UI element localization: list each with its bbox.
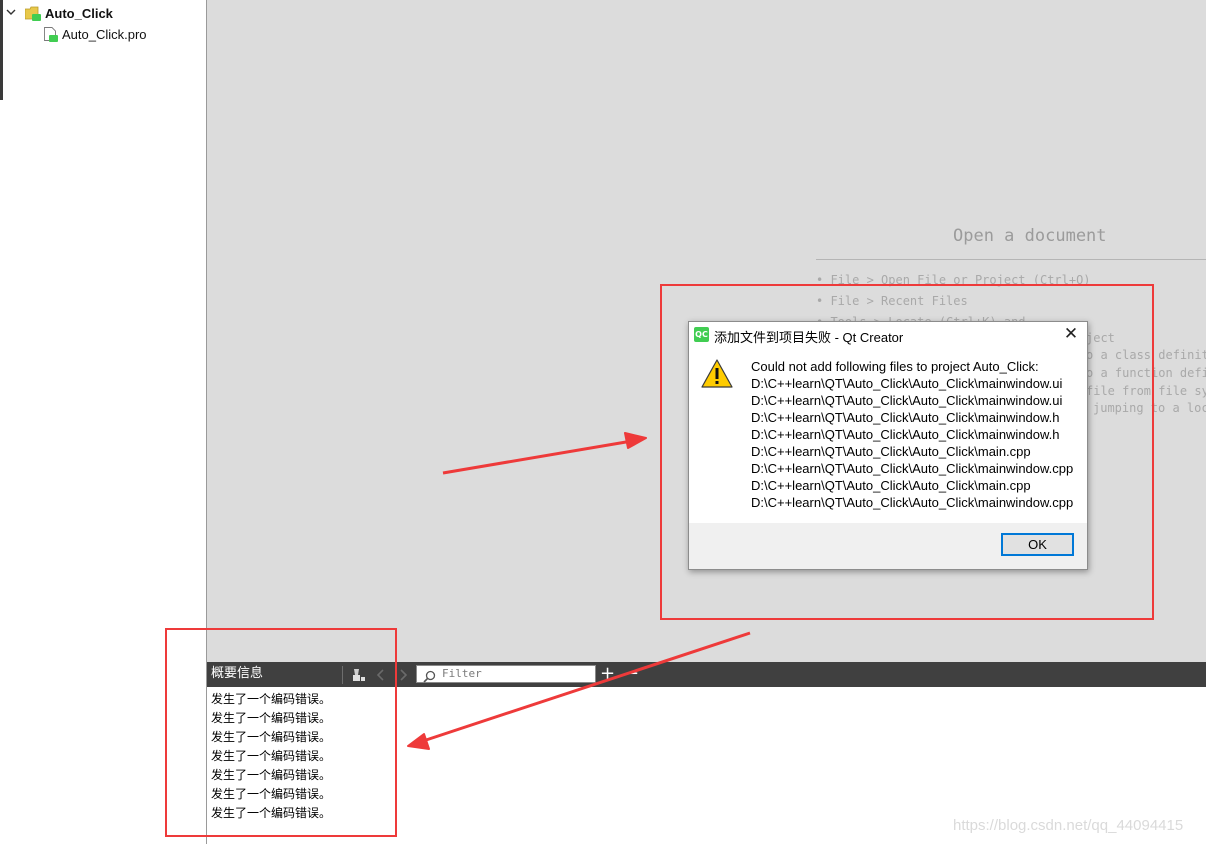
watermark: https://blog.csdn.net/qq_44094415 [953, 817, 1184, 834]
annotation-arrows [407, 432, 751, 750]
annotation-arrow-to-dialog [442, 432, 647, 475]
annotation-arrow-to-messages [407, 631, 751, 750]
